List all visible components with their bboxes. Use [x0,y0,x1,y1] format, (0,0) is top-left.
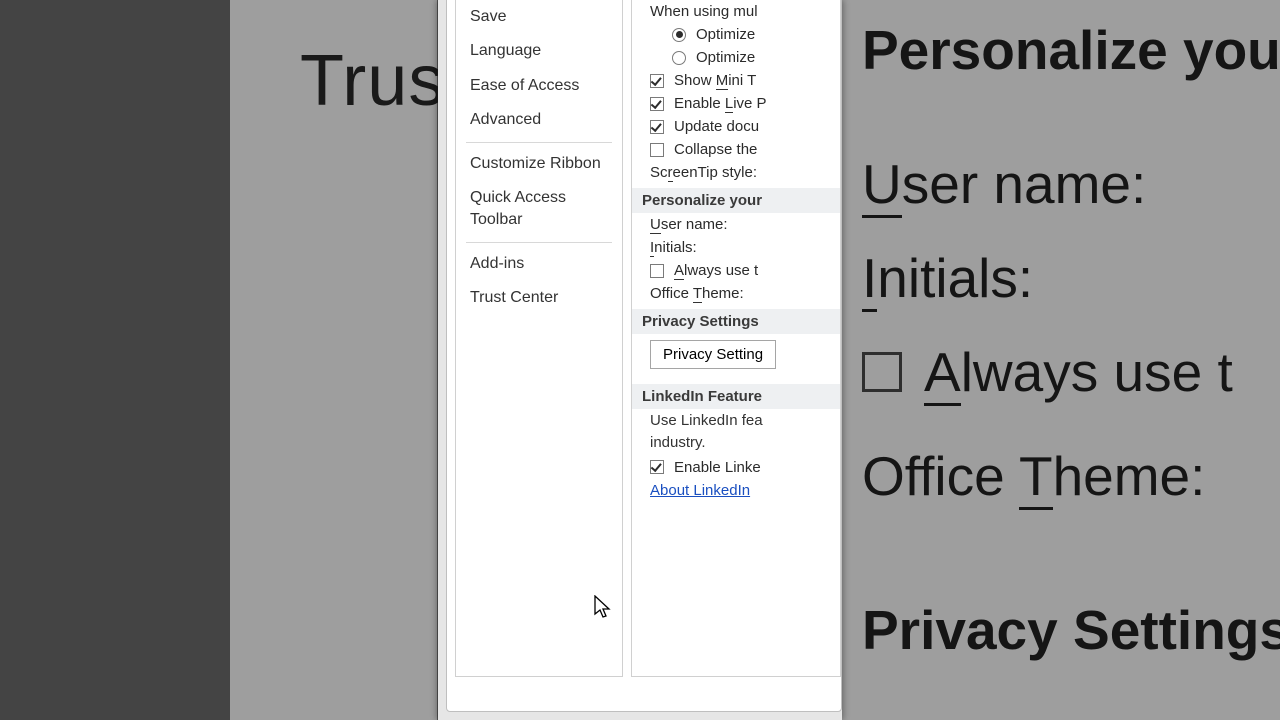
bg-right-privacy-head: Privacy Settings [862,598,1260,662]
cursor-icon [594,595,612,620]
chk-show-mini-label: Show Mini T [674,72,756,89]
options-dialog: Save Language Ease of Access Advanced Cu… [438,0,842,720]
radio-optimize-1-row[interactable]: Optimize [632,23,840,46]
sidebar-item-trust-center[interactable]: Trust Center [456,281,622,315]
bg-right-always-label: Always use t [924,340,1233,404]
chk-live-preview-row[interactable]: Enable Live P [632,92,840,115]
options-content: When using mul Optimize Optimize Show Mi… [631,0,841,677]
chk-linkedin-row[interactable]: Enable Linke [632,456,840,479]
chk-show-mini[interactable] [650,74,664,88]
multi-display-label: When using mul [632,0,840,23]
user-name-label: User name: [650,216,728,233]
bg-panel-right: Personalize your User name: Initials: Al… [842,0,1280,720]
section-head-linkedin: LinkedIn Feature [632,384,840,409]
sidebar-item-advanced[interactable]: Advanced [456,103,622,137]
chk-always-label: Always use t [674,262,758,279]
chk-update-doc[interactable] [650,120,664,134]
sidebar-item-quick-access-toolbar[interactable]: Quick Access Toolbar [456,181,622,238]
bg-right-office-theme: Office Theme: [862,444,1260,508]
privacy-settings-button[interactable]: Privacy Setting [650,340,776,369]
linkedin-link-row[interactable]: About LinkedIn [632,479,840,502]
sidebar-item-save[interactable]: Save [456,0,622,34]
bg-left-dark [0,0,230,720]
bg-right-personalize-head: Personalize your [862,18,1260,82]
radio-optimize-2-row[interactable]: Optimize [632,46,840,69]
chk-always[interactable] [650,264,664,278]
sidebar-item-customize-ribbon[interactable]: Customize Ribbon [456,147,622,181]
linkedin-about-link[interactable]: About LinkedIn [650,482,750,499]
chk-linkedin-label: Enable Linke [674,459,761,476]
chk-update-doc-row[interactable]: Update docu [632,115,840,138]
section-head-personalize: Personalize your [632,188,840,213]
sidebar-item-add-ins[interactable]: Add-ins [456,247,622,281]
sidebar-separator [466,242,612,243]
section-head-privacy: Privacy Settings [632,309,840,334]
multi-display-text: When using mul [650,3,758,20]
office-theme-label: Office Theme: [650,285,744,302]
bg-right-initials: Initials: [862,246,1260,310]
sidebar-separator [466,142,612,143]
bg-right-always-row: Always use t [862,340,1260,404]
sidebar-item-ease-of-access[interactable]: Ease of Access [456,69,622,103]
chk-live-preview[interactable] [650,97,664,111]
chk-show-mini-row[interactable]: Show Mini T [632,69,840,92]
options-sidebar: Save Language Ease of Access Advanced Cu… [455,0,623,677]
radio-optimize-2-label: Optimize [696,49,755,66]
sidebar-item-language[interactable]: Language [456,34,622,68]
chk-linkedin[interactable] [650,460,664,474]
chk-live-preview-label: Enable Live P [674,95,767,112]
screentip-row: ScreenTip style: [632,161,840,184]
office-theme-row: Office Theme: [632,282,840,305]
radio-optimize-1-label: Optimize [696,26,755,43]
user-name-row: User name: [632,213,840,236]
chk-collapse-label: Collapse the [674,141,757,158]
bg-panel-left: Trust C [0,0,438,720]
radio-optimize-1[interactable] [672,28,686,42]
bg-right-always-checkbox [862,352,902,392]
initials-row: Initials: [632,236,840,259]
chk-collapse-row[interactable]: Collapse the [632,138,840,161]
chk-collapse[interactable] [650,143,664,157]
screentip-label: ScreenTip style: [650,164,757,181]
radio-optimize-2[interactable] [672,51,686,65]
linkedin-desc-2: industry. [632,433,832,455]
chk-update-doc-label: Update docu [674,118,759,135]
bg-right-user-name: User name: [862,152,1260,216]
initials-label: Initials: [650,239,697,256]
bg-left-text: Trust C [300,40,440,122]
linkedin-desc-1: Use LinkedIn fea [632,409,832,433]
chk-always-row[interactable]: Always use t [632,259,840,282]
